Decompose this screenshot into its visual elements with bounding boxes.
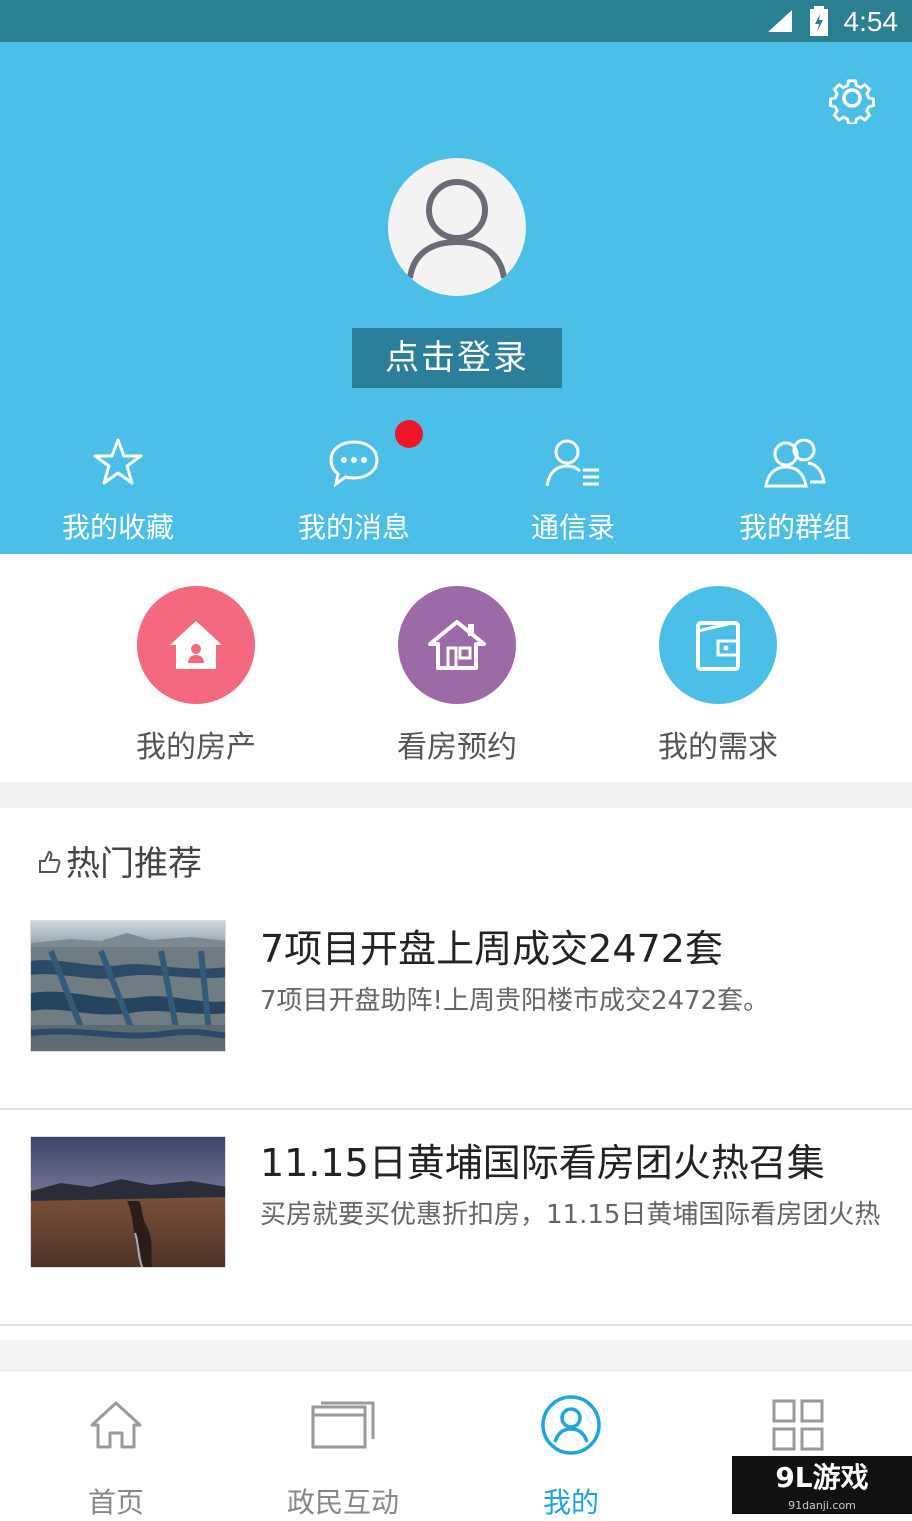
service-my-needs[interactable]: 我的需求 [618,586,818,766]
star-icon [93,438,143,485]
wallet-icon [659,586,777,704]
service-label: 看房预约 [397,730,517,765]
quick-link-favorites[interactable]: 我的收藏 [43,420,193,546]
watermark-logo: 9L游戏 91danji.com [732,1456,912,1514]
services-row: 我的房产 看房预约 我的需求 [0,554,912,782]
settings-gear-icon[interactable] [826,72,878,126]
house-icon [398,586,516,704]
status-time: 4:54 [843,6,899,37]
section-divider [0,1340,912,1370]
user-circle-icon [541,1395,601,1455]
news-summary: 7项目开盘助阵!上周贵阳楼市成交2472套。 [260,986,770,1016]
home-icon [90,1401,142,1449]
login-button[interactable]: 点击登录 [352,328,562,388]
group-icon [764,438,826,488]
service-viewing-appointment[interactable]: 看房预约 [357,586,557,766]
tab-interaction[interactable]: 政民互动 [263,1397,423,1521]
news-title: 7项目开盘上周成交2472套 [260,927,723,971]
tab-mine[interactable]: 我的 [491,1395,651,1521]
news-summary: 买房就要买优惠折扣房，11.15日黄埔国际看房团火热召集 [260,1200,880,1230]
watermark-brand: 9L游戏 [775,1461,869,1494]
quick-link-label: 我的群组 [738,511,851,544]
service-label: 我的房产 [136,730,256,765]
window-icon [311,1401,375,1449]
news-item[interactable]: 11.15日黄埔国际看房团火热召集 买房就要买优惠折扣房，11.15日黄埔国际看… [0,1110,912,1326]
section-divider [0,782,912,808]
quick-link-label: 我的消息 [297,511,410,544]
news-thumbnail-aerial-canals [30,920,226,1052]
tab-home[interactable]: 首页 [36,1397,196,1521]
grid-icon [772,1399,824,1451]
service-my-property[interactable]: 我的房产 [96,586,296,766]
contacts-icon [545,439,599,487]
news-item[interactable]: 7项目开盘上周成交2472套 7项目开盘助阵!上周贵阳楼市成交2472套。 [0,894,912,1110]
tab-label: 首页 [87,1486,144,1519]
news-thumbnail-canyon [30,1136,226,1268]
profile-header: 点击登录 我的收藏 我的消息 通信录 我的群组 [0,42,912,554]
signal-icon [766,8,794,38]
hot-section-label: 热门推荐 [66,844,202,884]
thumbs-up-icon [39,850,61,873]
unread-badge [395,420,423,448]
quick-link-contacts[interactable]: 通信录 [498,420,648,546]
battery-icon [810,6,828,40]
quick-link-label: 通信录 [530,511,615,544]
quick-link-groups[interactable]: 我的群组 [720,420,870,546]
tab-label: 我的 [542,1486,599,1519]
service-label: 我的需求 [658,730,778,765]
quick-link-label: 我的收藏 [61,511,174,544]
house-person-icon [137,586,255,704]
status-bar: 4:54 [0,0,912,42]
watermark-site: 91danji.com [788,1499,856,1512]
hot-section-title: 热门推荐 [36,836,202,885]
chat-bubble-icon [329,440,379,488]
news-title: 11.15日黄埔国际看房团火热召集 [260,1141,825,1185]
tab-label: 政民互动 [286,1486,399,1519]
avatar[interactable] [388,158,526,296]
